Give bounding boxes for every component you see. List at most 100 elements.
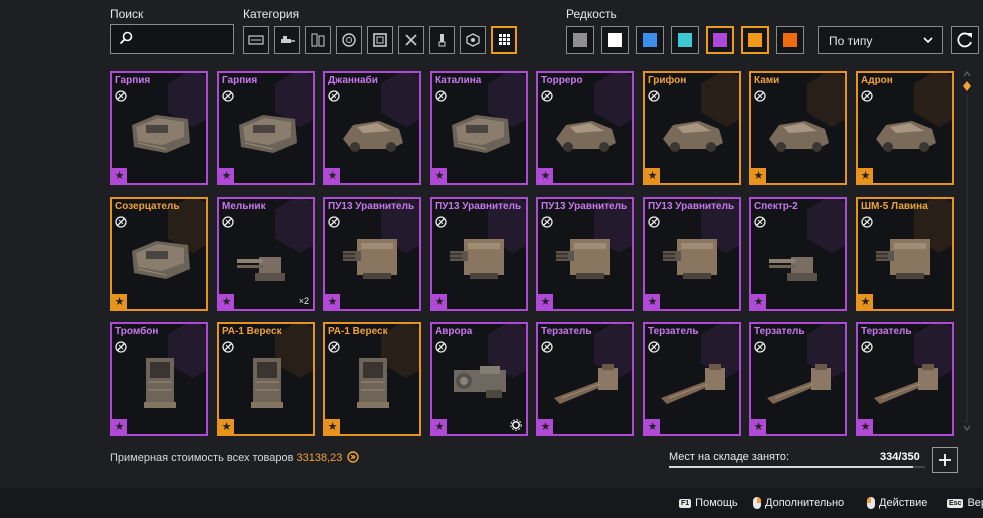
rarity-label: Редкость — [566, 7, 617, 21]
item-card[interactable]: Грифон ★ — [643, 71, 741, 185]
not-for-sale-icon — [222, 216, 234, 228]
category-filter-grid-all[interactable] — [491, 26, 517, 54]
category-filter-sticker[interactable] — [460, 26, 486, 54]
mouse-right-icon — [753, 497, 761, 509]
star-icon: ★ — [219, 419, 234, 434]
item-card[interactable]: Спектр-2 ★ — [749, 197, 847, 311]
storage-label: Мест на складе занято: — [669, 451, 790, 463]
item-card[interactable]: Каталина ★ — [430, 71, 528, 185]
item-card[interactable]: ПУ13 Уравнитель ★ — [323, 197, 421, 311]
item-image — [144, 358, 176, 408]
item-name: Терзатель — [541, 326, 592, 337]
rarity-filter-orange[interactable] — [741, 26, 769, 54]
item-image — [357, 358, 389, 408]
item-card[interactable]: Терзатель ★ — [643, 322, 741, 436]
item-card[interactable]: Торреро ★ — [536, 71, 634, 185]
item-card[interactable]: ПУ13 Уравнитель ★ — [643, 197, 741, 311]
search-input[interactable] — [110, 24, 234, 54]
item-card[interactable]: Адрон ★ — [856, 71, 954, 185]
expand-storage-button[interactable] — [932, 447, 958, 473]
back-hint[interactable]: Esc Вер — [947, 497, 983, 509]
star-icon: ★ — [432, 419, 447, 434]
item-image — [876, 121, 936, 152]
not-for-sale-icon — [541, 90, 553, 102]
rarity-filter-red-orange[interactable] — [776, 26, 804, 54]
not-for-sale-icon — [435, 216, 447, 228]
item-card[interactable]: Ками ★ — [749, 71, 847, 185]
item-name: РА-1 Вереск — [222, 326, 282, 337]
module-icon — [311, 33, 325, 47]
item-card[interactable]: ПУ13 Уравнитель ★ — [430, 197, 528, 311]
item-card[interactable]: РА-1 Вереск ★ — [217, 322, 315, 436]
item-image — [663, 239, 717, 279]
gear-icon — [510, 419, 522, 431]
item-card[interactable]: Терзатель ★ — [536, 322, 634, 436]
scrollbar[interactable] — [962, 68, 972, 436]
rarity-filter-cyan[interactable] — [671, 26, 699, 54]
item-name: Мельник — [222, 201, 266, 212]
item-card[interactable]: Созерцатель ★ — [110, 197, 208, 311]
item-name: ШМ-5 Лавина — [861, 201, 928, 212]
item-card[interactable]: Аврора ★ — [430, 322, 528, 436]
item-image — [556, 239, 610, 279]
refresh-button[interactable] — [951, 26, 979, 54]
not-for-sale-icon — [648, 216, 660, 228]
scroll-thumb-icon — [963, 81, 971, 91]
action-hint[interactable]: Действие — [867, 497, 927, 509]
rarity-filter-blue[interactable] — [636, 26, 664, 54]
not-for-sale-icon — [328, 90, 340, 102]
rarity-filter-gray[interactable] — [566, 26, 594, 54]
not-for-sale-icon — [435, 341, 447, 353]
category-filter-frame[interactable] — [367, 26, 393, 54]
help-hint[interactable]: F1 Помощь — [679, 497, 738, 509]
star-icon: ★ — [751, 419, 766, 434]
item-card[interactable]: Терзатель ★ — [749, 322, 847, 436]
not-for-sale-icon — [115, 216, 127, 228]
item-image — [454, 366, 506, 398]
item-card[interactable]: Гарпия ★ — [110, 71, 208, 185]
not-for-sale-icon — [861, 90, 873, 102]
item-quantity: ×2 — [298, 296, 309, 306]
item-name: Аврора — [435, 326, 473, 337]
item-card[interactable]: Гарпия ★ — [217, 71, 315, 185]
star-icon: ★ — [538, 294, 553, 309]
item-card[interactable]: ПУ13 Уравнитель ★ — [536, 197, 634, 311]
item-card[interactable]: Джаннаби ★ — [323, 71, 421, 185]
item-image — [239, 115, 297, 153]
star-icon: ★ — [219, 294, 234, 309]
item-image — [767, 364, 831, 404]
item-card[interactable]: Тромбон ★ — [110, 322, 208, 436]
not-for-sale-icon — [328, 216, 340, 228]
item-name: Торреро — [541, 75, 583, 86]
item-card[interactable]: Мельник ★ ×2 — [217, 197, 315, 311]
category-filter-tool[interactable] — [398, 26, 424, 54]
item-card[interactable]: ШМ-5 Лавина ★ — [856, 197, 954, 311]
sort-dropdown[interactable]: По типу — [818, 26, 943, 54]
weapon-icon — [281, 36, 295, 43]
paint-icon — [438, 34, 446, 47]
category-filter-cabin[interactable] — [243, 26, 269, 54]
category-filter-module[interactable] — [305, 26, 331, 54]
item-image — [452, 115, 510, 153]
star-icon: ★ — [112, 419, 127, 434]
help-label: Помощь — [695, 497, 738, 509]
f1-key-icon: F1 — [679, 498, 692, 508]
rarity-filter-purple[interactable] — [706, 26, 734, 54]
rarity-filter-white[interactable] — [601, 26, 629, 54]
category-filter-paint[interactable] — [429, 26, 455, 54]
item-card[interactable]: РА-1 Вереск ★ — [323, 322, 421, 436]
category-filter-wheel[interactable] — [336, 26, 362, 54]
footer-bar: F1 Помощь Дополнительно Действие Esc Вер — [0, 488, 983, 518]
star-icon: ★ — [858, 294, 873, 309]
item-image — [132, 115, 190, 153]
more-hint[interactable]: Дополнительно — [753, 497, 844, 509]
more-label: Дополнительно — [765, 497, 845, 509]
not-for-sale-icon — [222, 90, 234, 102]
search-label: Поиск — [110, 7, 144, 21]
item-name: ПУ13 Уравнитель — [435, 201, 522, 212]
item-card[interactable]: Терзатель ★ — [856, 322, 954, 436]
not-for-sale-icon — [754, 90, 766, 102]
category-filter-weapon[interactable] — [274, 26, 300, 54]
star-icon: ★ — [432, 168, 447, 183]
item-image — [237, 257, 285, 281]
